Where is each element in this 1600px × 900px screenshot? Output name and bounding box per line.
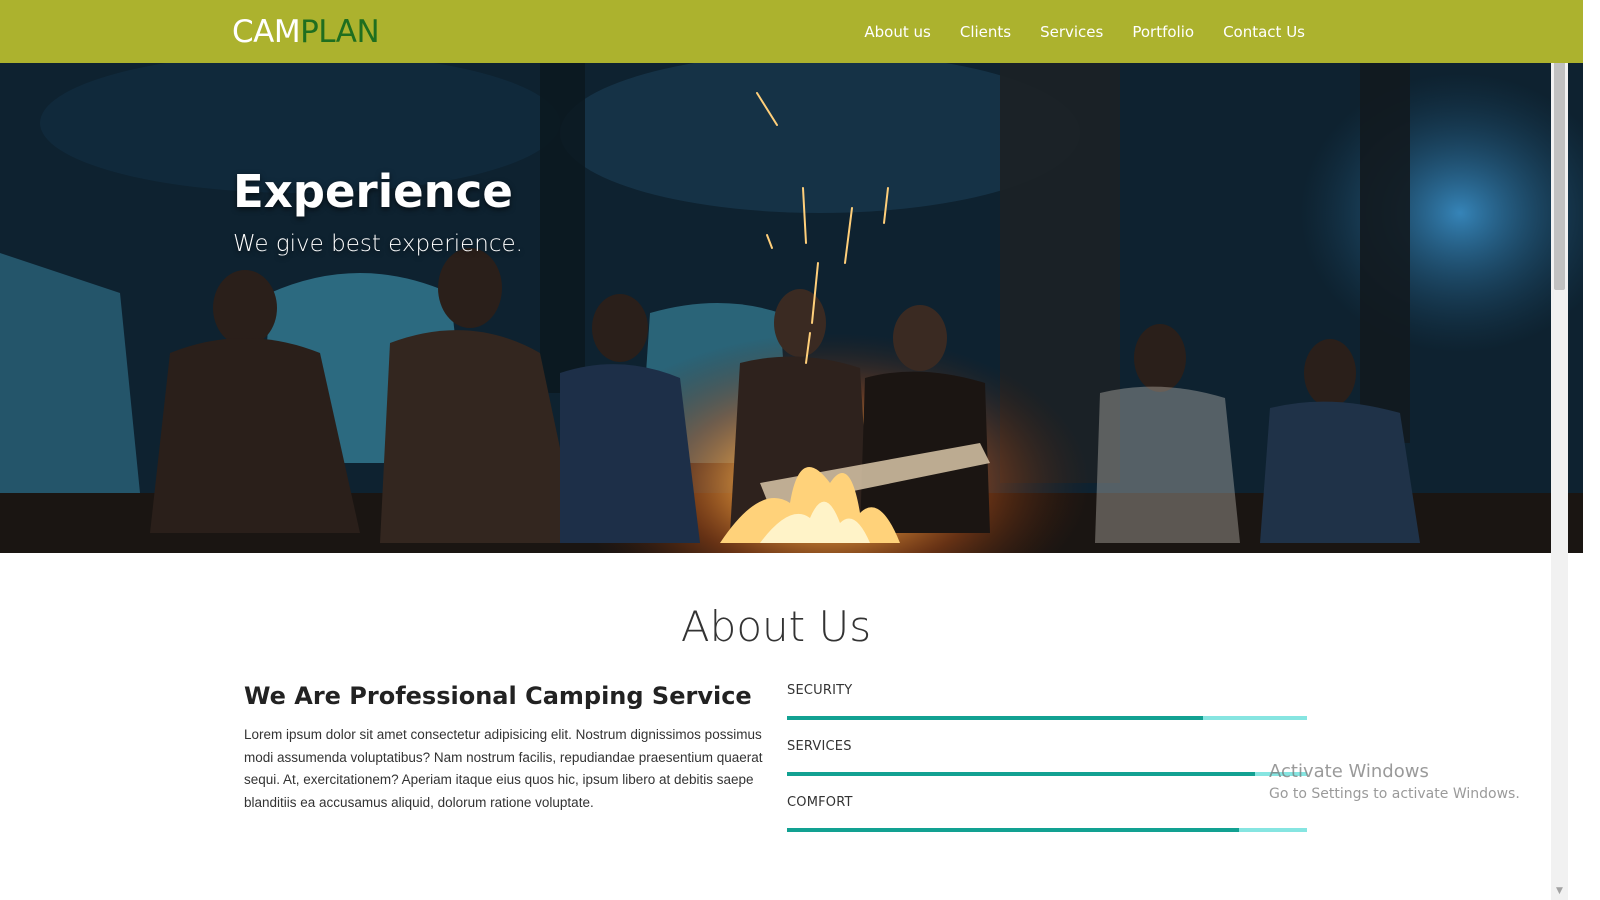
- hero-title: Experience: [233, 165, 513, 218]
- skill-fill-security: [787, 716, 1203, 720]
- skill-fill-services: [787, 772, 1255, 776]
- skill-label-security: SECURITY: [787, 683, 853, 698]
- skill-track-services: [787, 772, 1307, 776]
- watermark-title: Activate Windows: [1269, 761, 1429, 782]
- watermark-subtitle: Go to Settings to activate Windows.: [1269, 786, 1520, 802]
- scroll-down-arrow-icon[interactable]: ▼: [1551, 883, 1568, 900]
- nav-menu: About us Clients Services Portfolio Cont…: [864, 22, 1305, 42]
- about-heading: About Us: [680, 602, 872, 651]
- navbar: CAMPLAN About us Clients Services Portfo…: [0, 0, 1583, 63]
- vertical-scrollbar[interactable]: ▲ ▼: [1551, 0, 1568, 900]
- skill-track-security: [787, 716, 1307, 720]
- skill-track-comfort: [787, 828, 1307, 832]
- nav-link-contact-us[interactable]: Contact Us: [1223, 22, 1305, 42]
- skill-security: SECURITY: [787, 682, 1307, 738]
- hero-section: Experience We give best experience.: [0, 63, 1583, 553]
- skill-label-services: SERVICES: [787, 739, 852, 754]
- nav-link-services[interactable]: Services: [1040, 22, 1103, 42]
- hero-campfire-image: [0, 63, 1583, 553]
- skill-comfort: COMFORT: [787, 794, 1307, 850]
- nav-link-about-us[interactable]: About us: [864, 22, 930, 42]
- hero-subtitle: We give best experience.: [233, 231, 523, 257]
- logo-part-plan: PLAN: [300, 14, 380, 50]
- about-text: Lorem ipsum dolor sit amet consectetur a…: [244, 727, 763, 810]
- skill-fill-comfort: [787, 828, 1240, 832]
- nav-link-portfolio[interactable]: Portfolio: [1132, 22, 1194, 42]
- about-subtitle: We Are Professional Camping Service: [244, 682, 752, 710]
- nav-link-clients[interactable]: Clients: [960, 22, 1011, 42]
- skill-services: SERVICES: [787, 738, 1307, 794]
- logo[interactable]: CAMPLAN: [232, 14, 380, 50]
- skills-list: SECURITY SERVICES COMFORT: [787, 682, 1307, 850]
- logo-part-cam: CAM: [232, 14, 301, 50]
- skill-label-comfort: COMFORT: [787, 795, 853, 810]
- activate-windows-watermark: Activate Windows Go to Settings to activ…: [1269, 760, 1520, 804]
